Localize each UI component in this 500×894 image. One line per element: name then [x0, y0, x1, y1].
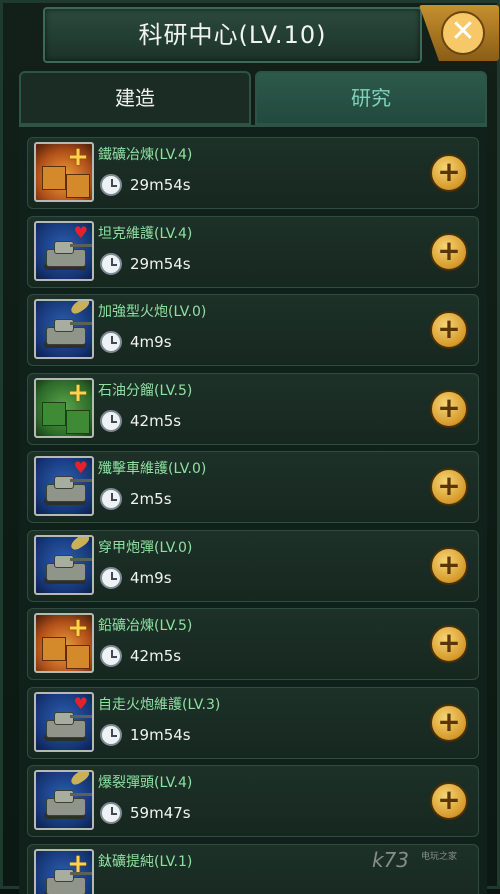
shell-badge-icon — [69, 535, 91, 552]
plus-badge-icon: + — [67, 147, 89, 169]
heart-badge-icon: ♥ — [74, 460, 88, 476]
tank-turret-shape — [54, 476, 74, 489]
explosive-warhead-icon — [34, 770, 94, 830]
add-research-button[interactable]: + — [430, 547, 468, 585]
tab-research[interactable]: 研究 — [255, 71, 487, 125]
item-name: 鉛礦冶煉(LV.5) — [98, 615, 192, 635]
research-item[interactable]: + 鉛礦冶煉(LV.5) 42m5s + — [27, 608, 479, 680]
tab-build[interactable]: 建造 — [19, 71, 251, 125]
shell-badge-icon — [69, 299, 91, 316]
tank-gun-shape — [70, 793, 92, 796]
enhanced-artillery-icon — [34, 299, 94, 359]
plus-badge-icon: + — [67, 618, 89, 640]
tank-gun-shape — [70, 322, 92, 325]
watermark-subtitle: 电玩之家 — [421, 849, 457, 862]
oil-refining-icon: + — [34, 378, 94, 438]
clock-icon — [100, 253, 122, 275]
clock-icon — [100, 802, 122, 824]
tank-turret-shape — [54, 790, 74, 803]
clock-icon — [100, 174, 122, 196]
add-research-button[interactable]: + — [430, 233, 468, 271]
self-propelled-gun-repair-icon: ♥ — [34, 692, 94, 752]
header-bar: 科研中心(LV.10) — [43, 7, 422, 63]
shell-badge-icon — [69, 770, 91, 787]
item-duration: 29m54s — [130, 176, 191, 194]
add-research-button[interactable]: + — [430, 782, 468, 820]
plus-badge-icon: + — [67, 854, 89, 876]
crate-icon — [66, 174, 90, 198]
item-name: 殲擊車維護(LV.0) — [98, 458, 206, 478]
destroyer-repair-icon: ♥ — [34, 456, 94, 516]
tank-repair-icon: ♥ — [34, 221, 94, 281]
crate-icon — [42, 637, 66, 661]
item-duration: 29m54s — [130, 255, 191, 273]
tank-turret-shape — [54, 241, 74, 254]
crate-icon — [66, 410, 90, 434]
clock-icon — [100, 331, 122, 353]
research-item[interactable]: + 鈦礦提純(LV.1) — [27, 844, 479, 894]
lead-smelting-icon: + — [34, 613, 94, 673]
crate-icon — [42, 166, 66, 190]
item-duration: 4m9s — [130, 333, 172, 351]
item-name: 坦克維護(LV.4) — [98, 223, 192, 243]
item-duration: 19m54s — [130, 726, 191, 744]
plus-badge-icon: + — [67, 383, 89, 405]
research-item[interactable]: ♥ 坦克維護(LV.4) 29m54s + — [27, 216, 479, 288]
tank-turret-shape — [54, 712, 74, 725]
research-item[interactable]: 加強型火炮(LV.0) 4m9s + — [27, 294, 479, 366]
add-research-button[interactable]: + — [430, 625, 468, 663]
clock-icon — [100, 645, 122, 667]
item-name: 爆裂彈頭(LV.4) — [98, 772, 192, 792]
item-name: 鐵礦冶煉(LV.4) — [98, 144, 192, 164]
item-name: 鈦礦提純(LV.1) — [98, 851, 192, 871]
close-icon[interactable]: ✕ — [441, 11, 485, 55]
research-item[interactable]: + 鐵礦冶煉(LV.4) 29m54s + — [27, 137, 479, 209]
item-name: 自走火炮維護(LV.3) — [98, 694, 220, 714]
watermark-logo: k73 — [372, 848, 409, 872]
clock-icon — [100, 567, 122, 589]
close-button[interactable]: ✕ — [419, 5, 499, 61]
item-duration: 42m5s — [130, 647, 181, 665]
add-research-button[interactable]: + — [430, 390, 468, 428]
item-duration: 4m9s — [130, 569, 172, 587]
add-research-button[interactable]: + — [430, 704, 468, 742]
research-list: +鐵礦冶煉(LV.4)29m54s+♥坦克維護(LV.4)29m54s+加強型火… — [19, 125, 487, 894]
item-duration: 2m5s — [130, 490, 172, 508]
tank-gun-shape — [70, 479, 92, 482]
armor-piercing-shell-icon — [34, 535, 94, 595]
research-item[interactable]: ♥ 自走火炮維護(LV.3) 19m54s + — [27, 687, 479, 759]
crate-icon — [66, 645, 90, 669]
tank-gun-shape — [70, 558, 92, 561]
research-item[interactable]: 爆裂彈頭(LV.4) 59m47s + — [27, 765, 479, 837]
tank-gun-shape — [70, 715, 92, 718]
research-item[interactable]: ♥ 殲擊車維護(LV.0) 2m5s + — [27, 451, 479, 523]
iron-smelting-icon: + — [34, 142, 94, 202]
titanium-purification-icon: + — [34, 849, 94, 894]
heart-badge-icon: ♥ — [74, 225, 88, 241]
add-research-button[interactable]: + — [430, 154, 468, 192]
research-center-panel: 科研中心(LV.10) ✕ 建造 研究 + 鐵礦冶煉(LV.4) 29m54s + ♥ 坦… — [0, 0, 500, 889]
research-item[interactable]: + 石油分餾(LV.5) 42m5s + — [27, 373, 479, 445]
item-duration: 42m5s — [130, 412, 181, 430]
clock-icon — [100, 724, 122, 746]
item-name: 加強型火炮(LV.0) — [98, 301, 206, 321]
heart-badge-icon: ♥ — [74, 696, 88, 712]
add-research-button[interactable]: + — [430, 468, 468, 506]
item-duration: 59m47s — [130, 804, 191, 822]
tank-turret-shape — [54, 555, 74, 568]
tank-gun-shape — [70, 244, 92, 247]
page-title: 科研中心(LV.10) — [45, 9, 420, 61]
clock-icon — [100, 410, 122, 432]
crate-icon — [42, 402, 66, 426]
clock-icon — [100, 488, 122, 510]
tank-turret-shape — [54, 319, 74, 332]
research-item[interactable]: 穿甲炮彈(LV.0) 4m9s + — [27, 530, 479, 602]
item-name: 穿甲炮彈(LV.0) — [98, 537, 192, 557]
add-research-button[interactable]: + — [430, 311, 468, 349]
item-name: 石油分餾(LV.5) — [98, 380, 192, 400]
